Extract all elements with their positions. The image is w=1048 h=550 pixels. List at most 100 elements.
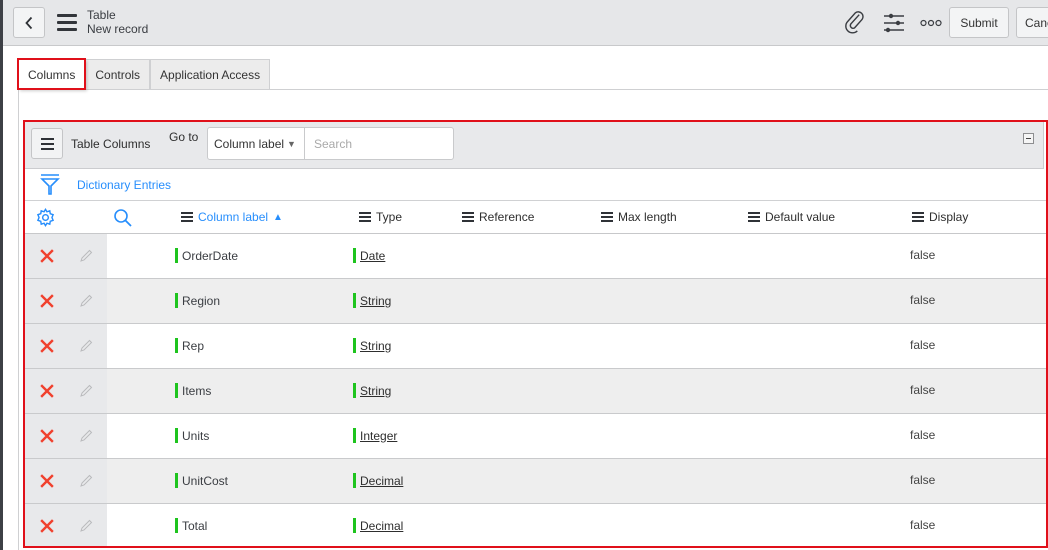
- delete-row-icon[interactable]: [40, 339, 54, 353]
- search-icon[interactable]: [113, 208, 133, 228]
- delete-row-icon[interactable]: [40, 249, 54, 263]
- table-row: Units Integer false: [25, 414, 1046, 459]
- column-menu-icon[interactable]: [748, 212, 760, 222]
- column-menu-icon[interactable]: [601, 212, 613, 222]
- type-link[interactable]: Date: [360, 249, 385, 263]
- cell-column-label[interactable]: Items: [175, 383, 211, 398]
- type-link[interactable]: Integer: [360, 429, 397, 443]
- column-header-display[interactable]: Display: [912, 210, 968, 224]
- type-link[interactable]: String: [360, 294, 391, 308]
- minus-icon: [1026, 138, 1031, 139]
- list-context-menu-button[interactable]: [31, 128, 63, 159]
- column-menu-icon[interactable]: [462, 212, 474, 222]
- display-value: false: [910, 428, 936, 442]
- column-menu-icon[interactable]: [181, 212, 193, 222]
- page: Table New record Submit Cancel Columns C…: [0, 0, 1048, 550]
- cell-display[interactable]: false: [910, 338, 935, 352]
- hamburger-menu-icon[interactable]: [57, 14, 77, 31]
- column-header-label: Reference: [479, 210, 535, 224]
- pencil-icon[interactable]: [79, 474, 93, 488]
- paperclip-icon[interactable]: [845, 11, 867, 35]
- column-header-default-value[interactable]: Default value: [748, 210, 835, 224]
- goto-field-select[interactable]: Column label ▼: [207, 127, 305, 160]
- form-title: Table New record: [87, 8, 148, 36]
- cell-type[interactable]: String: [353, 383, 391, 398]
- pencil-icon[interactable]: [79, 519, 93, 533]
- mandatory-indicator: [353, 248, 356, 263]
- cell-display[interactable]: false: [910, 248, 935, 262]
- column-header-max-length[interactable]: Max length: [601, 210, 677, 224]
- row-controls: [25, 459, 107, 503]
- pencil-icon[interactable]: [79, 339, 93, 353]
- search-input[interactable]: [304, 127, 454, 160]
- cell-type[interactable]: Date: [353, 248, 385, 263]
- delete-row-icon[interactable]: [40, 384, 54, 398]
- cell-column-label[interactable]: UnitCost: [175, 473, 228, 488]
- sort-ascending-icon: ▲: [273, 211, 283, 223]
- chevron-left-icon: [25, 16, 33, 29]
- cancel-button[interactable]: Cancel: [1016, 7, 1048, 38]
- tab-controls[interactable]: Controls: [85, 59, 151, 89]
- more-options-icon[interactable]: [920, 19, 942, 27]
- cell-column-label[interactable]: Total: [175, 518, 207, 533]
- type-link[interactable]: Decimal: [360, 474, 403, 488]
- cell-display[interactable]: false: [910, 473, 935, 487]
- cell-type[interactable]: String: [353, 338, 391, 353]
- cell-column-label[interactable]: Units: [175, 428, 209, 443]
- mandatory-indicator: [175, 383, 178, 398]
- column-header-row: Column label ▲ Type Reference Max length…: [25, 201, 1046, 234]
- cell-type[interactable]: String: [353, 293, 391, 308]
- display-value: false: [910, 293, 936, 307]
- column-header-type[interactable]: Type: [359, 210, 402, 224]
- display-value: false: [910, 338, 936, 352]
- column-header-label: Type: [376, 210, 403, 224]
- display-value: false: [910, 473, 936, 487]
- delete-row-icon[interactable]: [40, 519, 54, 533]
- delete-row-icon[interactable]: [40, 429, 54, 443]
- gear-icon[interactable]: [36, 208, 55, 227]
- column-label-value: UnitCost: [182, 473, 229, 488]
- display-value: false: [910, 383, 936, 397]
- pencil-icon[interactable]: [79, 249, 93, 263]
- back-button[interactable]: [13, 7, 45, 38]
- tab-columns[interactable]: Columns: [16, 58, 87, 90]
- pencil-icon[interactable]: [79, 294, 93, 308]
- sliders-icon[interactable]: [883, 13, 905, 33]
- column-header-column-label[interactable]: Column label ▲: [181, 210, 283, 224]
- column-label-value: Region: [182, 293, 221, 308]
- collapse-button[interactable]: [1023, 133, 1034, 144]
- mandatory-indicator: [175, 293, 178, 308]
- type-link[interactable]: Decimal: [360, 519, 403, 533]
- row-controls: [25, 369, 107, 413]
- column-header-reference[interactable]: Reference: [462, 210, 534, 224]
- submit-button[interactable]: Submit: [949, 7, 1009, 38]
- cell-display[interactable]: false: [910, 383, 935, 397]
- form-subtitle: New record: [87, 22, 149, 36]
- type-link[interactable]: String: [360, 339, 391, 353]
- row-controls: [25, 504, 107, 546]
- type-link[interactable]: String: [360, 384, 391, 398]
- cell-type[interactable]: Decimal: [353, 473, 403, 488]
- tab-application-access[interactable]: Application Access: [150, 59, 271, 89]
- filter-breadcrumb-link[interactable]: Dictionary Entries: [77, 178, 171, 192]
- cell-column-label[interactable]: Region: [175, 293, 220, 308]
- cell-column-label[interactable]: Rep: [175, 338, 204, 353]
- mandatory-indicator: [353, 473, 356, 488]
- cell-display[interactable]: false: [910, 428, 935, 442]
- column-menu-icon[interactable]: [359, 212, 371, 222]
- cell-type[interactable]: Integer: [353, 428, 397, 443]
- form-header: Table New record Submit Cancel: [3, 0, 1048, 46]
- column-label-value: Rep: [182, 338, 205, 353]
- mandatory-indicator: [175, 518, 178, 533]
- cell-display[interactable]: false: [910, 293, 935, 307]
- row-controls: [25, 279, 107, 323]
- pencil-icon[interactable]: [79, 429, 93, 443]
- pencil-icon[interactable]: [79, 384, 93, 398]
- filter-icon[interactable]: [39, 173, 61, 197]
- cell-column-label[interactable]: OrderDate: [175, 248, 238, 263]
- delete-row-icon[interactable]: [40, 294, 54, 308]
- delete-row-icon[interactable]: [40, 474, 54, 488]
- cell-type[interactable]: Decimal: [353, 518, 403, 533]
- column-menu-icon[interactable]: [912, 212, 924, 222]
- cell-display[interactable]: false: [910, 518, 935, 532]
